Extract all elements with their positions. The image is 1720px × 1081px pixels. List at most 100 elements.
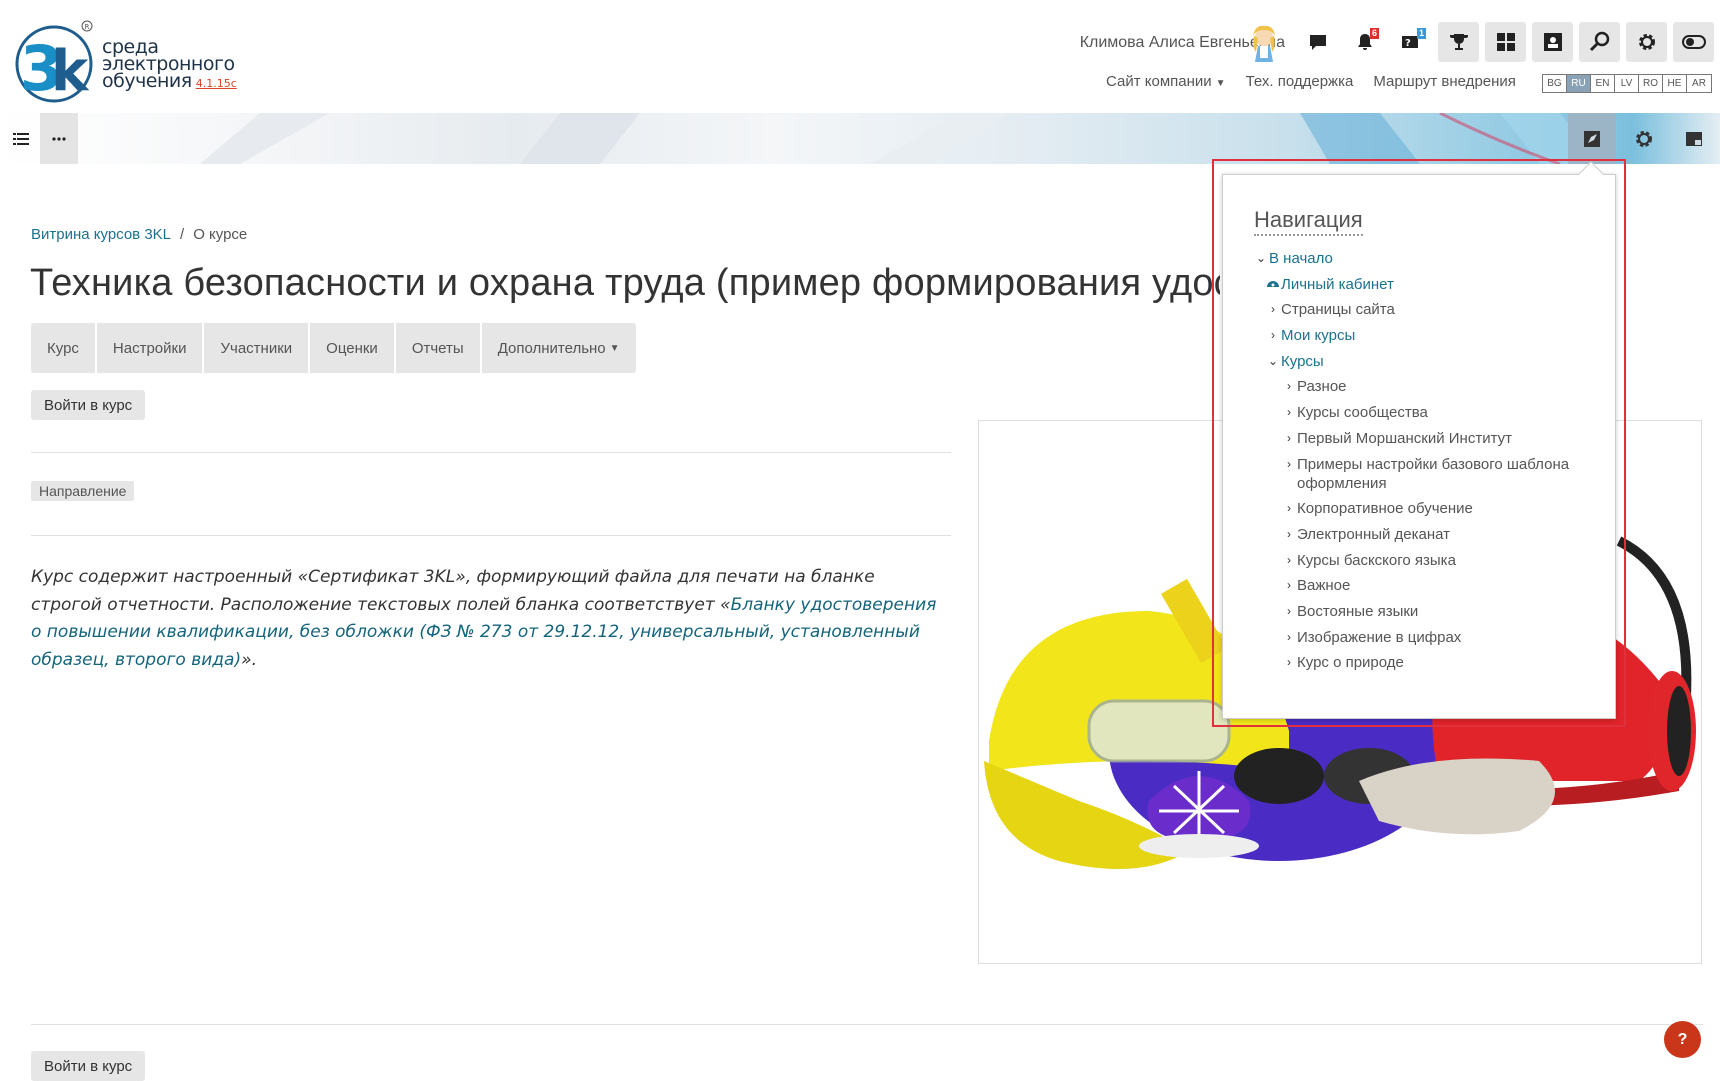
tab-more[interactable]: Дополнительно ▼ (481, 323, 636, 373)
trophy-icon (1449, 34, 1468, 50)
compass-icon (1584, 130, 1600, 147)
nav-site-pages[interactable]: › Страницы сайта (1253, 300, 1598, 319)
nav-category[interactable]: › Первый Моршанский Институт (1253, 429, 1598, 448)
messages-button[interactable] (1297, 22, 1338, 62)
questions-badge: 1 (1416, 28, 1426, 39)
lang-en[interactable]: EN (1591, 75, 1615, 92)
nav-category[interactable]: › Курсы баскского языка (1253, 551, 1598, 570)
nav-category-label: Курсы баскского языка (1297, 551, 1456, 569)
layout-user-icon (1543, 33, 1562, 51)
nav-category-label: Примеры настройки базового шаблона оформ… (1297, 455, 1570, 492)
nav-courses[interactable]: ⌄ Курсы (1253, 352, 1598, 371)
chevron-right-icon: › (1271, 328, 1275, 343)
divider (31, 452, 951, 453)
tab-grades[interactable]: Оценки (310, 323, 394, 373)
course-tabs: Курс Настройки Участники Оценки Отчеты Д… (31, 323, 636, 373)
tab-reports[interactable]: Отчеты (395, 323, 480, 373)
support-link[interactable]: Тех. поддержка (1246, 73, 1354, 90)
chevron-right-icon: › (1287, 526, 1291, 541)
logo[interactable]: 3 k R среда электронного обучения 4.1.15c (14, 20, 237, 104)
nav-dashboard-link[interactable]: Личный кабинет (1281, 275, 1394, 294)
route-link[interactable]: Маршрут внедрения (1373, 73, 1516, 90)
nav-category-label: Первый Моршанский Институт (1297, 429, 1512, 447)
lang-ro[interactable]: RO (1639, 75, 1663, 92)
user-avatar[interactable] (1247, 24, 1281, 64)
nav-category-label: Разное (1297, 378, 1347, 396)
questions-button[interactable]: ? 1 (1391, 22, 1432, 62)
blocks-drawer-button[interactable] (1670, 113, 1718, 164)
tab-course[interactable]: Курс (31, 323, 95, 373)
header-icon-bar: 6 ? 1 (1297, 22, 1720, 62)
breadcrumb-root-link[interactable]: Витрина курсов 3KL (31, 226, 171, 243)
company-site-link[interactable]: Сайт компании ▼ (1106, 73, 1226, 90)
navigation-popover: Навигация ⌄ В начало Личный кабинет › Стра… (1222, 174, 1616, 719)
nav-dashboard[interactable]: Личный кабинет (1253, 275, 1598, 294)
chevron-right-icon: › (1287, 552, 1291, 567)
chevron-right-icon: › (1287, 456, 1291, 471)
logo-version[interactable]: 4.1.15c (196, 77, 237, 90)
tab-participants[interactable]: Участники (204, 323, 309, 373)
dashboard-blocks-button[interactable] (1485, 22, 1526, 62)
achievements-button[interactable] (1438, 22, 1479, 62)
description-end: ». (241, 649, 257, 670)
nav-category[interactable]: › Изображение в цифрах (1253, 628, 1598, 647)
lang-ru[interactable]: RU (1567, 75, 1591, 92)
svg-text:?: ? (1405, 38, 1411, 49)
course-index-toggle[interactable] (2, 113, 40, 164)
gear-icon (1638, 34, 1655, 50)
settings-button[interactable] (1626, 22, 1667, 62)
lang-bg[interactable]: BG (1543, 75, 1567, 92)
nav-category[interactable]: › Корпоративное обучение (1253, 499, 1598, 518)
nav-category[interactable]: › Разное (1253, 377, 1598, 396)
settings-drawer-button[interactable] (1620, 113, 1668, 164)
divider (31, 535, 951, 536)
nav-category[interactable]: › Курс о природе (1253, 653, 1598, 672)
nav-category-label: Электронный деканат (1297, 525, 1451, 543)
nav-category[interactable]: › Курсы сообщества (1253, 403, 1598, 422)
nav-category[interactable]: › Важное (1253, 576, 1598, 595)
navigation-drawer-button[interactable] (1568, 113, 1616, 164)
lang-lv[interactable]: LV (1615, 75, 1639, 92)
chevron-down-icon: ▼ (1215, 78, 1226, 89)
chevron-right-icon: › (1287, 629, 1291, 644)
gear-icon (1636, 130, 1652, 147)
chevron-right-icon: › (1287, 430, 1291, 445)
chevron-down-icon: ⌄ (1255, 251, 1267, 265)
nav-category[interactable]: › Электронный деканат (1253, 525, 1598, 544)
chevron-down-icon: ⌄ (1267, 353, 1279, 368)
chevron-right-icon: › (1287, 379, 1291, 394)
notifications-button[interactable]: 6 (1344, 22, 1385, 62)
logo-3kl-mark: 3 k R (15, 20, 93, 104)
grid-layout-icon (1496, 33, 1515, 51)
nav-courses-link[interactable]: Курсы (1281, 352, 1324, 371)
nav-home-link[interactable]: В начало (1269, 249, 1333, 268)
lang-he[interactable]: HE (1663, 75, 1687, 92)
help-button[interactable]: ? (1664, 1021, 1701, 1058)
tab-settings[interactable]: Настройки (96, 323, 203, 373)
chat-icon (1309, 35, 1326, 50)
nav-category[interactable]: › Востояные языки (1253, 602, 1598, 621)
dashboard-icon (1265, 275, 1281, 294)
nav-my-courses-link[interactable]: Мои курсы (1281, 326, 1355, 345)
nav-site-pages-label: Страницы сайта (1281, 301, 1395, 319)
nav-category-label: Корпоративное обучение (1297, 500, 1473, 518)
navigation-tree: ⌄ В начало Личный кабинет › Страницы сайта… (1253, 249, 1598, 679)
enter-course-button[interactable]: Войти в курс (31, 390, 146, 420)
svg-text:k: k (51, 39, 90, 104)
nav-category[interactable]: › Примеры настройки базового шаблона офор… (1253, 455, 1598, 493)
breadcrumb-separator: / (180, 226, 185, 243)
nav-my-courses[interactable]: › Мои курсы (1253, 326, 1598, 345)
chevron-right-icon: › (1287, 603, 1291, 618)
logo-text: среда электронного обучения 4.1.15c (102, 37, 237, 92)
more-menu-button[interactable] (40, 113, 78, 164)
category-tag: Направление (31, 481, 135, 501)
lang-ar[interactable]: AR (1687, 75, 1711, 92)
layout-button[interactable] (1532, 22, 1573, 62)
nav-home[interactable]: ⌄ В начало (1253, 249, 1598, 268)
navigation-title: Навигация (1254, 207, 1363, 236)
enter-course-button-bottom[interactable]: Войти в курс (31, 1051, 146, 1081)
banner-toolbar (0, 113, 1720, 164)
theme-toggle-button[interactable] (1673, 22, 1714, 62)
chevron-right-icon: › (1287, 501, 1291, 516)
search-button[interactable] (1579, 22, 1620, 62)
